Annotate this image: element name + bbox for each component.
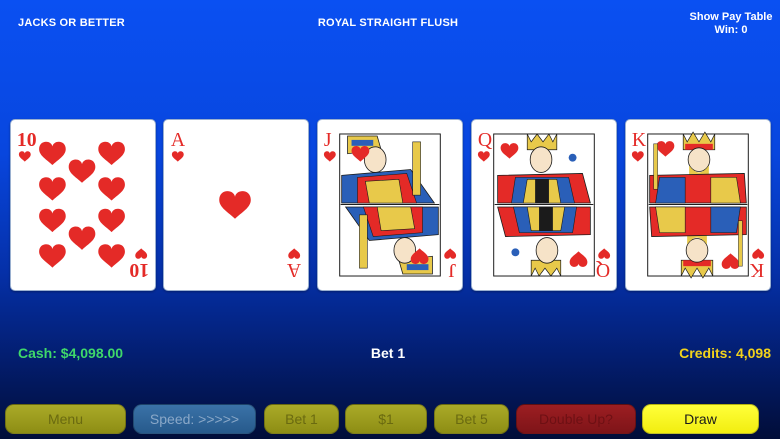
card-2-rank-top: A	[171, 129, 186, 151]
card-1-rank-top: 10	[17, 129, 37, 151]
card-3-rank-bottom: J	[448, 259, 456, 281]
draw-button[interactable]: Draw	[642, 404, 759, 434]
credits-display: Credits: 4,098	[679, 345, 771, 361]
card-5-rank-top: K	[632, 129, 647, 151]
king-of-hearts-face: K K	[631, 129, 765, 281]
double-up-button[interactable]: Double Up?	[516, 404, 636, 434]
card-4[interactable]: Q Q	[471, 119, 617, 291]
card-5[interactable]: K K	[625, 119, 771, 291]
card-4-rank-bottom: Q	[596, 259, 610, 281]
win-amount: Win: 0	[714, 24, 748, 36]
bet-max-button[interactable]: Bet 5	[434, 404, 509, 434]
speed-button[interactable]: Speed: >>>>>	[133, 404, 256, 434]
denomination-button[interactable]: $1	[345, 404, 427, 434]
card-3-rank-top: J	[324, 129, 332, 151]
jack-of-hearts-face: J J	[323, 129, 457, 281]
card-1-rank-bottom: 10	[129, 259, 149, 281]
card-2-rank-bottom: A	[286, 259, 301, 281]
pay-table-area: Show Pay Table Win: 0	[686, 11, 776, 37]
ace-of-hearts-face: A A	[171, 129, 301, 281]
queen-of-hearts-face: Q Q	[477, 129, 611, 281]
ten-of-hearts-face: 10 10	[17, 129, 149, 281]
card-4-rank-top: Q	[478, 129, 492, 151]
bet-one-button[interactable]: Bet 1	[264, 404, 339, 434]
menu-button[interactable]: Menu	[5, 404, 126, 434]
card-5-rank-bottom: K	[749, 259, 764, 281]
card-2[interactable]: A A	[163, 119, 309, 291]
bet-display: Bet 1	[370, 345, 406, 361]
card-3[interactable]: J J	[317, 119, 463, 291]
show-pay-table-button[interactable]: Show Pay Table	[686, 11, 776, 24]
hand-result: ROYAL STRAIGHT FLUSH	[317, 17, 459, 29]
card-1[interactable]: 10 10	[10, 119, 156, 291]
